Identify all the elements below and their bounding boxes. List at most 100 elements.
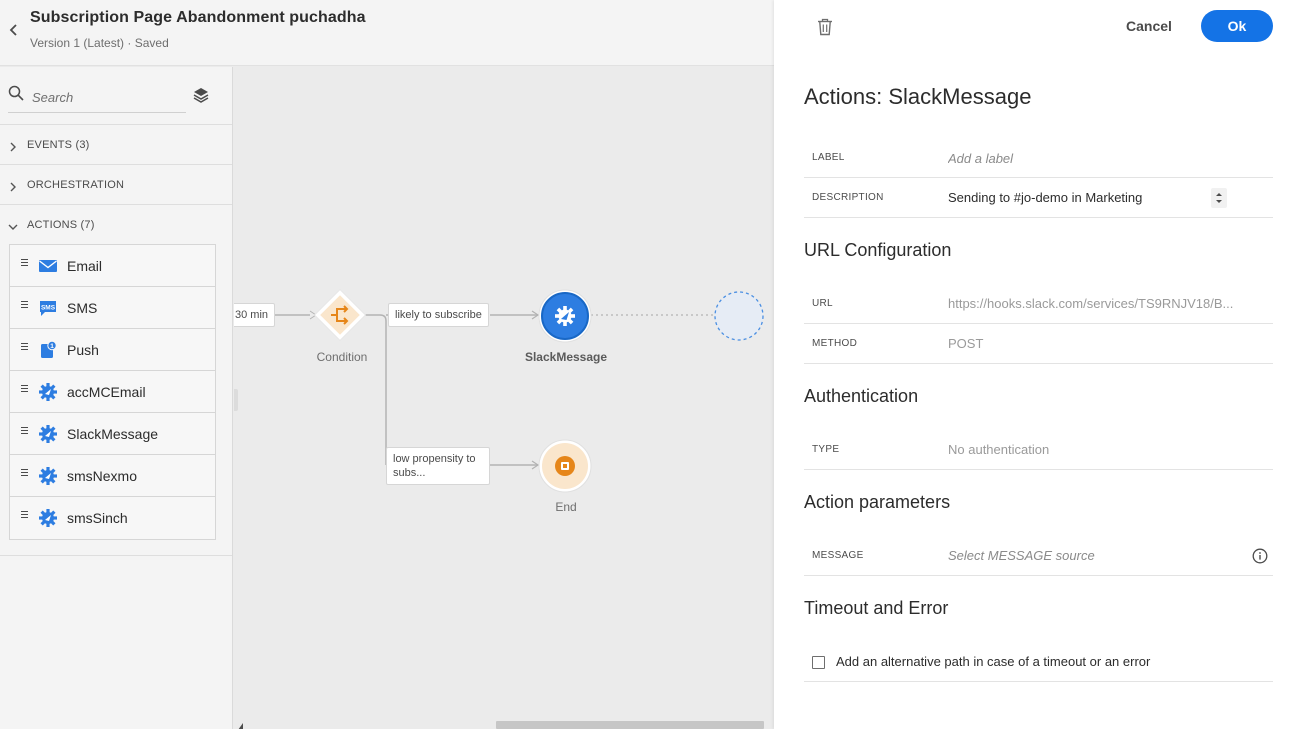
timeout-checkbox[interactable] — [812, 656, 825, 669]
chevron-down-icon — [8, 219, 18, 230]
custom-action-icon — [38, 467, 58, 485]
drag-handle-icon — [21, 259, 28, 267]
connector-line — [365, 314, 387, 465]
actions-list: Email SMS SMS 1 Push accMCEmail SlackMes… — [9, 244, 216, 540]
chevron-right-icon — [8, 139, 18, 152]
field-key: MESSAGE — [812, 550, 864, 561]
scrollbar-thumb[interactable] — [496, 721, 764, 729]
drag-handle-icon — [21, 427, 28, 435]
panel-resize-handle[interactable] — [234, 389, 238, 411]
wait-duration-label[interactable]: 30 min — [234, 303, 276, 327]
drag-handle-icon — [21, 511, 28, 519]
drag-handle-icon — [21, 385, 28, 393]
drag-handle-icon — [21, 301, 28, 309]
timeout-row: Add an alternative path in case of a tim… — [804, 642, 1273, 682]
section-actions[interactable]: ACTIONS (7) — [0, 204, 232, 244]
chevron-left-icon[interactable] — [8, 22, 20, 38]
action-item-label: smsNexmo — [67, 468, 138, 484]
end-node-label: End — [555, 500, 577, 514]
action-item-label: SlackMessage — [67, 426, 159, 442]
condition-node-label: Condition — [316, 350, 368, 364]
field-key: URL — [812, 298, 833, 309]
journey-header: Subscription Page Abandonment puchadha V… — [0, 0, 774, 66]
scroll-left-arrow-icon[interactable] — [236, 719, 244, 729]
section-orchestration-label: ORCHESTRATION — [27, 179, 125, 191]
stop-icon — [555, 456, 575, 476]
custom-action-icon — [38, 509, 58, 527]
action-item-label: accMCEmail — [67, 384, 146, 400]
drag-handle-icon — [21, 469, 28, 477]
action-item-label: SMS — [67, 300, 98, 316]
action-item-smssinch[interactable]: smsSinch — [10, 497, 215, 539]
stepper-icon[interactable] — [1211, 188, 1227, 208]
message-source-field[interactable]: Select MESSAGE source — [948, 548, 1238, 563]
canvas-connectors — [264, 288, 764, 493]
sms-icon: SMS — [38, 299, 58, 317]
method-row: METHOD POST — [804, 324, 1273, 364]
action-item-email[interactable]: Email — [10, 245, 215, 287]
search-input[interactable] — [32, 86, 182, 108]
field-key: METHOD — [812, 338, 858, 349]
custom-action-icon — [38, 425, 58, 443]
push-icon-badge: 1 — [50, 343, 54, 350]
push-icon: 1 — [38, 340, 58, 359]
section-title-authentication: Authentication — [804, 386, 919, 406]
panel-title: Actions: SlackMessage — [804, 84, 1032, 109]
path-label-likely[interactable]: likely to subscribe — [388, 303, 489, 327]
journey-version-status: Version 1 (Latest) · Saved — [30, 36, 169, 50]
activity-palette: EVENTS (3) ORCHESTRATION ACTIONS (7) Ema… — [0, 67, 233, 729]
action-item-label: Email — [67, 258, 103, 274]
label-row: LABEL — [804, 138, 1273, 178]
description-input[interactable]: Sending to #jo-demo in Marketing — [948, 190, 1238, 205]
drop-target-placeholder[interactable] — [714, 291, 764, 341]
email-icon — [38, 257, 58, 275]
ok-button[interactable]: Ok — [1201, 10, 1273, 42]
section-events[interactable]: EVENTS (3) — [0, 124, 232, 164]
url-value: https://hooks.slack.com/services/TS9RNJV… — [948, 296, 1234, 311]
slackmessage-node-label: SlackMessage — [524, 350, 608, 364]
label-input[interactable] — [948, 147, 1238, 169]
search-icon — [8, 85, 24, 101]
action-item-sms[interactable]: SMS SMS — [10, 287, 215, 329]
slackmessage-node[interactable] — [538, 289, 592, 343]
info-icon[interactable] — [1252, 548, 1268, 564]
action-item-label: smsSinch — [67, 510, 128, 526]
end-node[interactable] — [538, 439, 592, 493]
field-key: DESCRIPTION — [812, 192, 884, 203]
custom-action-icon — [38, 383, 58, 401]
journey-title: Subscription Page Abandonment puchadha — [30, 9, 366, 26]
palette-search — [8, 85, 186, 113]
description-row: DESCRIPTION Sending to #jo-demo in Marke… — [804, 178, 1273, 218]
cancel-button[interactable]: Cancel — [1114, 12, 1184, 40]
action-item-accmcemail[interactable]: accMCEmail — [10, 371, 215, 413]
layers-icon[interactable] — [192, 86, 210, 104]
journey-canvas[interactable]: 30 min likely to subscribe low propensit… — [234, 67, 774, 729]
action-item-smsnexmo[interactable]: smsNexmo — [10, 455, 215, 497]
field-key: TYPE — [812, 444, 840, 455]
action-item-label: Push — [67, 342, 99, 358]
type-row: TYPE No authentication — [804, 430, 1273, 470]
custom-action-icon — [555, 306, 575, 326]
section-title-url: URL Configuration — [804, 240, 952, 260]
path-label-low[interactable]: low propensity to subs... — [386, 447, 490, 485]
section-actions-label: ACTIONS (7) — [27, 219, 95, 231]
message-row: MESSAGE Select MESSAGE source — [804, 536, 1273, 576]
action-item-slackmessage[interactable]: SlackMessage — [10, 413, 215, 455]
trash-icon[interactable] — [817, 18, 833, 36]
condition-node[interactable] — [313, 288, 367, 342]
section-orchestration[interactable]: ORCHESTRATION — [0, 164, 232, 204]
drag-handle-icon — [21, 343, 28, 351]
action-properties-panel: Cancel Ok Actions: SlackMessage LABEL DE… — [774, 0, 1294, 729]
timeout-checkbox-label[interactable]: Add an alternative path in case of a tim… — [836, 654, 1150, 669]
type-value: No authentication — [948, 442, 1050, 457]
chevron-right-icon — [8, 179, 18, 192]
section-title-timeout: Timeout and Error — [804, 598, 949, 618]
method-value: POST — [948, 336, 984, 351]
field-key: LABEL — [812, 152, 845, 163]
action-item-push[interactable]: 1 Push — [10, 329, 215, 371]
divider — [0, 555, 232, 556]
section-title-action-parameters: Action parameters — [804, 492, 951, 512]
section-events-label: EVENTS (3) — [27, 139, 90, 151]
url-row: URL https://hooks.slack.com/services/TS9… — [804, 284, 1273, 324]
sms-icon-text: SMS — [41, 305, 56, 312]
